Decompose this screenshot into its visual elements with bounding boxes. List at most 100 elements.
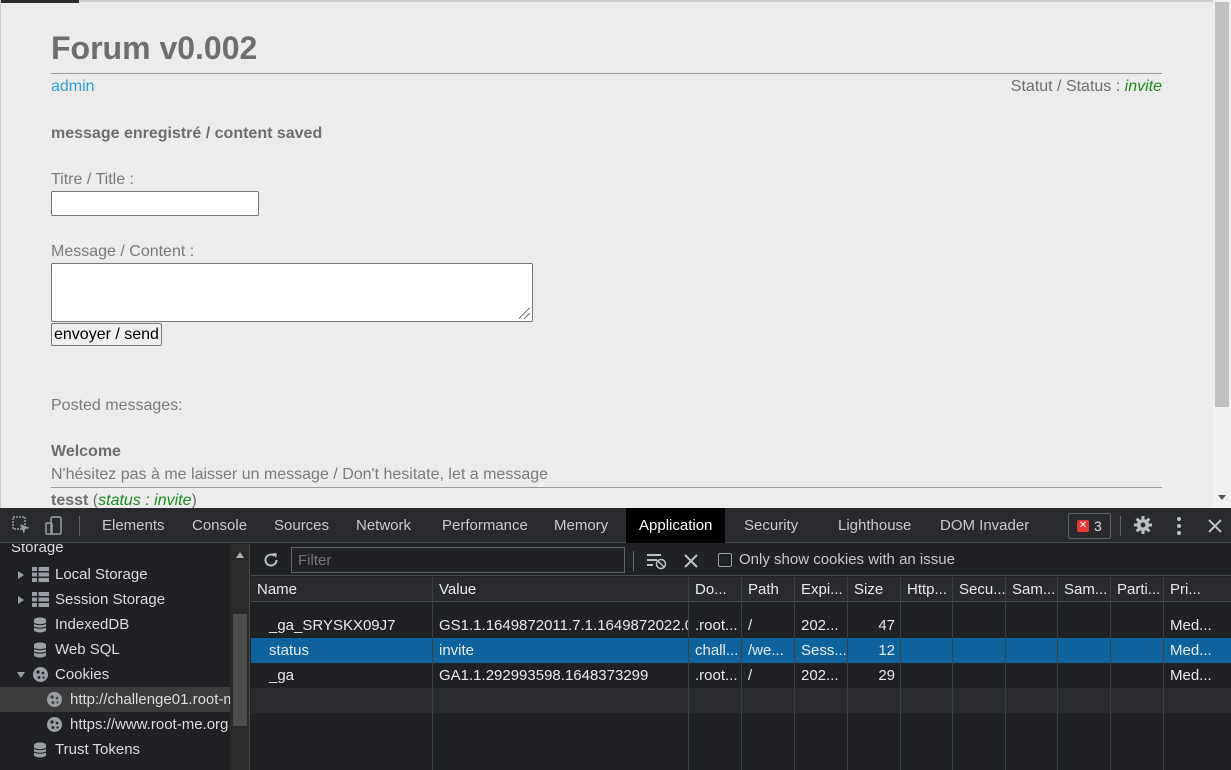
scroll-up-arrow-icon[interactable] (236, 552, 244, 558)
cookies-table: Name Value Do... Path Expi... Size Http.… (251, 577, 1231, 770)
column-divider[interactable] (952, 577, 953, 770)
cell-value: invite (439, 642, 475, 659)
column-header-priority[interactable]: Pri... (1164, 577, 1231, 602)
column-divider[interactable] (1110, 577, 1111, 770)
cell-value: GS1.1.1649872011.7.1.1649872022.0 (439, 617, 689, 634)
cookies-toolbar: Only show cookies with an issue (251, 544, 1231, 576)
left-border (0, 0, 1, 508)
top-border (0, 0, 1213, 2)
tab-performance[interactable]: Performance (442, 508, 528, 543)
forum-title: Forum v0.002 (51, 30, 258, 66)
column-divider[interactable] (741, 577, 742, 770)
sidebar-item-cookie-origin[interactable]: https://www.root-me.org (0, 712, 230, 737)
sidebar-item-cookie-origin[interactable]: http://challenge01.root-me.org (0, 687, 230, 712)
refresh-icon[interactable] (262, 551, 280, 569)
textarea-resize-handle[interactable] (519, 308, 530, 319)
database-icon (33, 742, 47, 758)
page-scroll-thumb[interactable] (1215, 2, 1229, 407)
tab-application[interactable]: Application (626, 508, 726, 543)
sidebar-scroll-thumb[interactable] (233, 614, 247, 726)
cell-priority: Med... (1170, 667, 1212, 684)
column-header-expires[interactable]: Expi... (795, 577, 848, 602)
tab-separator (1120, 516, 1121, 536)
title-label: Titre / Title : (51, 171, 134, 188)
posted-messages-label: Posted messages: (51, 397, 183, 414)
column-header-name[interactable]: Name (251, 577, 433, 602)
cell-name: status (269, 642, 310, 659)
devtools-tabbar: Elements Console Sources Network Perform… (0, 508, 1231, 543)
send-button[interactable]: envoyer / send (51, 323, 162, 346)
page-scrollbar[interactable] (1213, 0, 1231, 508)
sidebar-item-session-storage[interactable]: Session Storage (0, 587, 230, 612)
tab-elements[interactable]: Elements (102, 508, 165, 543)
tab-memory[interactable]: Memory (554, 508, 608, 543)
error-count-badge[interactable]: ✕ 3 (1068, 513, 1111, 539)
cookie-icon (33, 667, 48, 682)
sidebar-item-web-sql[interactable]: Web SQL (0, 637, 230, 662)
column-header-samesite[interactable]: Sam... (1006, 577, 1058, 602)
sidebar-item-local-storage[interactable]: Local Storage (0, 562, 230, 587)
error-icon: ✕ (1077, 520, 1089, 532)
expand-arrow-icon[interactable] (18, 596, 24, 604)
inspect-element-icon[interactable] (12, 516, 32, 536)
column-divider[interactable] (1005, 577, 1006, 770)
sidebar-scrollbar[interactable] (230, 544, 249, 770)
tab-network[interactable]: Network (356, 508, 411, 543)
column-divider[interactable] (1163, 577, 1164, 770)
collapse-arrow-icon[interactable] (17, 672, 25, 678)
column-divider[interactable] (794, 577, 795, 770)
column-header-sameparty[interactable]: Sam... (1058, 577, 1111, 602)
message-status-value: invite (154, 492, 192, 508)
column-header-path[interactable]: Path (742, 577, 795, 602)
cell-name: _ga (269, 667, 295, 684)
more-options-icon[interactable] (1172, 516, 1186, 536)
cookie-icon (47, 692, 62, 707)
tab-dom-invader[interactable]: DOM Invader (940, 508, 1029, 543)
grid-storage-icon (32, 592, 49, 607)
sidebar-item-cookies[interactable]: Cookies (0, 662, 230, 687)
title-divider (51, 73, 1162, 74)
clear-filtered-cookies-icon[interactable] (646, 552, 668, 570)
tab-sources[interactable]: Sources (274, 508, 329, 543)
column-header-httponly[interactable]: Http... (901, 577, 953, 602)
only-issues-checkbox[interactable] (718, 553, 732, 567)
column-divider[interactable] (1057, 577, 1058, 770)
clear-all-cookies-icon[interactable] (684, 554, 698, 568)
message-status-prefix: status : (98, 492, 155, 508)
column-divider[interactable] (432, 577, 433, 770)
database-icon (33, 642, 47, 658)
tab-security[interactable]: Security (744, 508, 798, 543)
user-status: Statut / Status : invite (1011, 78, 1162, 96)
sidebar-item-trust-tokens[interactable]: Trust Tokens (0, 737, 230, 762)
close-icon[interactable] (1207, 518, 1223, 534)
column-divider[interactable] (847, 577, 848, 770)
tab-console[interactable]: Console (192, 508, 247, 543)
column-header-partition-key[interactable]: Parti... (1111, 577, 1164, 602)
cell-domain: .root... (695, 667, 738, 684)
title-input[interactable] (51, 191, 259, 216)
column-header-secure[interactable]: Secu... (953, 577, 1006, 602)
cell-path: /we... (748, 642, 784, 659)
content-textarea[interactable] (51, 263, 533, 322)
application-sidebar: Storage Local Storage Session Storage In… (0, 544, 250, 770)
cell-expires: 202... (801, 667, 839, 684)
content-label: Message / Content : (51, 243, 195, 260)
status-prefix: Statut / Status : (1010, 78, 1125, 95)
cell-priority: Med... (1170, 617, 1212, 634)
sidebar-item-indexeddb[interactable]: IndexedDB (0, 612, 230, 637)
tab-indicator (0, 0, 79, 3)
scroll-down-arrow-icon[interactable] (1218, 495, 1226, 500)
column-header-domain[interactable]: Do... (689, 577, 742, 602)
column-divider[interactable] (900, 577, 901, 770)
message-text: N'hésitez pas à me laisser un message / … (51, 466, 549, 483)
gear-icon[interactable] (1133, 515, 1153, 535)
admin-link[interactable]: admin (51, 78, 95, 96)
grid-storage-icon (32, 567, 49, 582)
filter-input[interactable] (291, 547, 625, 573)
device-toolbar-icon[interactable] (45, 516, 65, 536)
column-header-value[interactable]: Value (433, 577, 689, 602)
column-divider[interactable] (688, 577, 689, 770)
expand-arrow-icon[interactable] (18, 571, 24, 579)
column-header-size[interactable]: Size (848, 577, 901, 602)
tab-lighthouse[interactable]: Lighthouse (838, 508, 911, 543)
